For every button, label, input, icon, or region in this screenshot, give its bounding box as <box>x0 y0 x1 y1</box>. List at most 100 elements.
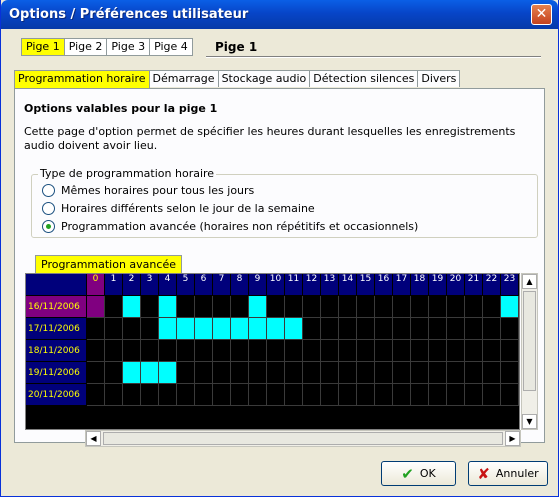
hour-header[interactable]: 8 <box>231 274 249 295</box>
hour-header[interactable]: 13 <box>321 274 339 295</box>
schedule-cell[interactable] <box>339 362 357 384</box>
schedule-cell[interactable] <box>411 296 429 318</box>
schedule-cell[interactable] <box>303 296 321 318</box>
schedule-cell[interactable] <box>483 362 501 384</box>
tab-4[interactable]: Divers <box>417 70 461 87</box>
horizontal-scroll-thumb[interactable] <box>103 432 503 445</box>
schedule-cell[interactable] <box>123 296 141 318</box>
scroll-right-icon[interactable]: ▶ <box>505 431 520 446</box>
schedule-cell[interactable] <box>141 340 159 362</box>
schedule-cell[interactable] <box>501 362 519 384</box>
hour-header[interactable]: 23 <box>501 274 519 295</box>
schedule-cell[interactable] <box>393 384 411 406</box>
schedule-cell[interactable] <box>123 318 141 340</box>
schedule-cell[interactable] <box>123 340 141 362</box>
schedule-cell[interactable] <box>339 384 357 406</box>
schedule-cell[interactable] <box>393 362 411 384</box>
tab-1[interactable]: Démarrage <box>148 70 219 87</box>
schedule-cell[interactable] <box>447 384 465 406</box>
schedule-cell[interactable] <box>411 362 429 384</box>
schedule-cell[interactable] <box>159 296 177 318</box>
hour-header[interactable]: 7 <box>213 274 231 295</box>
schedule-cell[interactable] <box>231 296 249 318</box>
radio-circle-icon[interactable] <box>42 202 55 215</box>
pige-tab-3[interactable]: Pige 3 <box>106 38 151 56</box>
schedule-cell[interactable] <box>465 296 483 318</box>
schedule-cell[interactable] <box>123 384 141 406</box>
schedule-cell[interactable] <box>285 384 303 406</box>
schedule-cell[interactable] <box>159 318 177 340</box>
schedule-grid[interactable]: 0 1 2 3 4 5 6 7 8 9 10 11 12 13 14 15 16 17 18 19 20 21 22 23 16… <box>25 273 520 430</box>
schedule-cell[interactable] <box>501 384 519 406</box>
schedule-cell[interactable] <box>231 362 249 384</box>
schedule-cell[interactable] <box>465 384 483 406</box>
schedule-cell[interactable] <box>249 296 267 318</box>
schedule-cell[interactable] <box>501 340 519 362</box>
schedule-cell[interactable] <box>303 362 321 384</box>
schedule-cell[interactable] <box>285 318 303 340</box>
schedule-cell[interactable] <box>375 318 393 340</box>
vertical-scrollbar[interactable]: ▲ ▼ <box>521 273 538 430</box>
hour-header[interactable]: 15 <box>357 274 375 295</box>
schedule-cell[interactable] <box>249 340 267 362</box>
horizontal-scrollbar[interactable]: ◀ ▶ <box>85 430 521 447</box>
tab-programmation-avancee[interactable]: Programmation avancée <box>35 255 182 273</box>
date-row-header[interactable]: 19/11/2006 <box>26 362 86 384</box>
schedule-cell[interactable] <box>393 318 411 340</box>
schedule-cell[interactable] <box>177 340 195 362</box>
schedule-cell[interactable] <box>159 340 177 362</box>
schedule-cell[interactable] <box>393 296 411 318</box>
schedule-cell[interactable] <box>87 384 105 406</box>
schedule-cell[interactable] <box>123 362 141 384</box>
schedule-cell[interactable] <box>141 362 159 384</box>
ok-button[interactable]: ✔ OK <box>381 461 456 486</box>
schedule-cell[interactable] <box>87 340 105 362</box>
schedule-cell[interactable] <box>249 384 267 406</box>
schedule-cell[interactable] <box>321 340 339 362</box>
schedule-cell[interactable] <box>321 362 339 384</box>
schedule-cell[interactable] <box>249 362 267 384</box>
date-row-header[interactable]: 16/11/2006 <box>26 296 86 318</box>
schedule-cell[interactable] <box>429 384 447 406</box>
schedule-cell[interactable] <box>105 384 123 406</box>
schedule-cell[interactable] <box>285 296 303 318</box>
title-bar[interactable]: Options / Préférences utilisateur ✕ <box>1 0 558 29</box>
schedule-type-radio-3[interactable]: Programmation avancée (horaires non répé… <box>42 220 418 233</box>
schedule-cell[interactable] <box>411 318 429 340</box>
schedule-cell[interactable] <box>321 318 339 340</box>
hour-header[interactable]: 12 <box>303 274 321 295</box>
date-row-header[interactable]: 20/11/2006 <box>26 384 86 406</box>
pige-tab-4[interactable]: Pige 4 <box>149 38 193 56</box>
hour-header[interactable]: 5 <box>177 274 195 295</box>
cancel-button[interactable]: ✘ Annuler <box>468 461 548 486</box>
schedule-cell[interactable] <box>87 296 105 318</box>
tab-0[interactable]: Programmation horaire <box>14 70 150 88</box>
schedule-cell[interactable] <box>429 340 447 362</box>
hour-header[interactable]: 11 <box>285 274 303 295</box>
schedule-cell[interactable] <box>483 384 501 406</box>
scroll-up-icon[interactable]: ▲ <box>522 274 537 289</box>
schedule-cell[interactable] <box>447 318 465 340</box>
vertical-scroll-thumb[interactable] <box>523 291 536 391</box>
schedule-cell[interactable] <box>231 318 249 340</box>
schedule-cell[interactable] <box>483 296 501 318</box>
schedule-cell[interactable] <box>105 296 123 318</box>
schedule-type-radio-1[interactable]: Mêmes horaires pour tous les jours <box>42 184 254 197</box>
schedule-cell[interactable] <box>141 296 159 318</box>
schedule-cell[interactable] <box>159 362 177 384</box>
schedule-cell[interactable] <box>267 340 285 362</box>
schedule-cell[interactable] <box>267 318 285 340</box>
schedule-cell[interactable] <box>213 318 231 340</box>
scroll-left-icon[interactable]: ◀ <box>86 431 101 446</box>
schedule-cell[interactable] <box>213 362 231 384</box>
close-button[interactable]: ✕ <box>531 4 552 25</box>
schedule-cell[interactable] <box>213 296 231 318</box>
hour-header[interactable]: 6 <box>195 274 213 295</box>
schedule-cell[interactable] <box>501 296 519 318</box>
schedule-cell[interactable] <box>105 340 123 362</box>
schedule-cell[interactable] <box>105 362 123 384</box>
schedule-cell[interactable] <box>303 340 321 362</box>
scroll-down-icon[interactable]: ▼ <box>522 414 537 429</box>
schedule-cell[interactable] <box>177 362 195 384</box>
schedule-cell[interactable] <box>321 296 339 318</box>
